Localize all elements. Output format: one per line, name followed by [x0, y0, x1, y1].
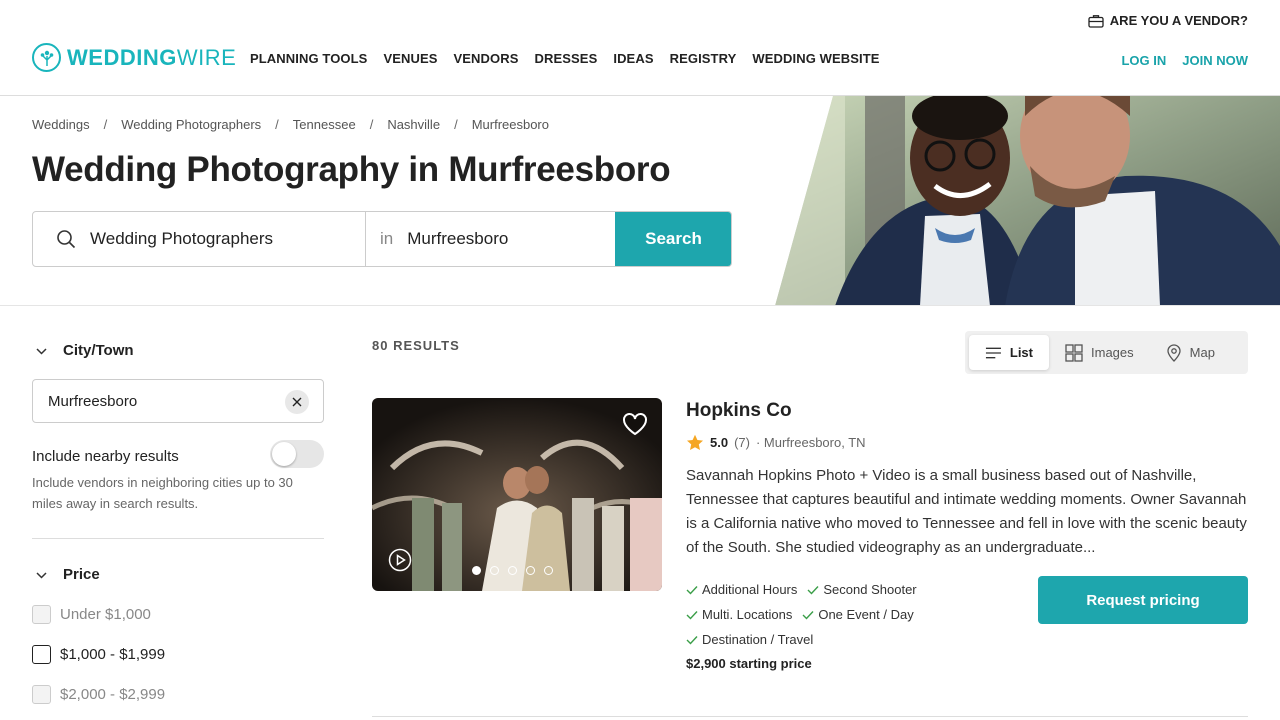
breadcrumb-murfreesboro[interactable]: Murfreesboro [472, 117, 549, 132]
search-button[interactable]: Search [615, 212, 731, 266]
breadcrumb-tennessee[interactable]: Tennessee [293, 117, 356, 132]
price-option-2000-2999[interactable]: $2,000 - $2,999 [32, 685, 165, 704]
bouquet-icon [32, 43, 61, 72]
checkbox[interactable] [32, 685, 51, 704]
hero-couple-photo [775, 96, 1280, 305]
check-icon [807, 585, 819, 595]
briefcase-icon [1088, 14, 1104, 28]
review-count: (7) [734, 435, 750, 450]
vendor-rating: 5.0 (7) · Murfreesboro, TN [686, 434, 866, 451]
city-input[interactable]: Murfreesboro [32, 379, 324, 423]
location-search-input[interactable]: in Murfreesboro [366, 212, 615, 266]
price-option-under-1000[interactable]: Under $1,000 [32, 605, 151, 624]
city-filter-toggle[interactable]: City/Town [32, 342, 134, 359]
login-link[interactable]: LOG IN [1121, 53, 1166, 68]
logo-text: WEDDINGWIRE [67, 44, 237, 70]
list-icon [985, 347, 1001, 358]
nearby-results-help: Include vendors in neighboring cities up… [32, 475, 293, 511]
vendor-name-link[interactable]: Hopkins Co [686, 400, 792, 422]
view-list-label: List [1009, 345, 1033, 360]
view-map-button[interactable]: Map [1150, 335, 1231, 370]
join-link[interactable]: JOIN NOW [1182, 53, 1248, 68]
carousel-dots [472, 566, 553, 575]
nearby-results-label: Include nearby results [32, 448, 179, 465]
checkbox[interactable] [32, 645, 51, 664]
feature-item: Destination / Travel [686, 632, 813, 647]
nav-registry[interactable]: REGISTRY [670, 51, 737, 66]
price-option-label: $1,000 - $1,999 [60, 646, 166, 663]
check-icon [686, 635, 698, 645]
rating-score: 5.0 [710, 435, 729, 450]
view-map-label: Map [1189, 345, 1215, 360]
clear-city-button[interactable] [285, 390, 309, 414]
vendor-features: Additional Hours Second Shooter Multi. L… [686, 577, 917, 652]
checkbox[interactable] [32, 605, 51, 624]
nav-ideas[interactable]: IDEAS [613, 51, 653, 66]
breadcrumb-weddings[interactable]: Weddings [32, 117, 90, 132]
price-filter-heading: Price [63, 566, 100, 583]
breadcrumb-nashville[interactable]: Nashville [387, 117, 440, 132]
check-icon [686, 585, 698, 595]
starting-price: $2,900 starting price [686, 656, 812, 671]
carousel-dot[interactable] [508, 566, 517, 575]
star-icon [687, 434, 703, 450]
vendor-description: Savannah Hopkins Photo + Video is a smal… [686, 467, 1247, 556]
vendor-location: · Murfreesboro, TN [755, 435, 866, 450]
check-icon [686, 610, 698, 620]
auth-links: LOG IN JOIN NOW [1121, 53, 1248, 68]
map-pin-icon [1166, 343, 1181, 362]
check-icon [802, 610, 814, 620]
category-search-input[interactable]: Wedding Photographers [78, 212, 366, 266]
play-video-icon[interactable] [388, 548, 412, 577]
nav-planning-tools[interactable]: PLANNING TOOLS [250, 51, 367, 66]
page-title: Wedding Photography in Murfreesboro [32, 150, 671, 189]
view-images-button[interactable]: Images [1049, 335, 1150, 370]
city-filter-heading: City/Town [63, 342, 134, 359]
nav-dresses[interactable]: DRESSES [535, 51, 598, 66]
chevron-down-icon [36, 347, 47, 355]
feature-item: Additional Hours [686, 582, 797, 597]
close-icon [292, 397, 302, 407]
carousel-dot[interactable] [472, 566, 481, 575]
main-nav: PLANNING TOOLS VENUES VENDORS DRESSES ID… [250, 51, 880, 66]
results-count: 80 RESULTS [372, 338, 460, 353]
feature-item: One Event / Day [802, 607, 914, 622]
nav-wedding-website[interactable]: WEDDING WEBSITE [752, 51, 879, 66]
carousel-dot[interactable] [526, 566, 535, 575]
price-option-1000-1999[interactable]: $1,000 - $1,999 [32, 645, 165, 664]
logo[interactable]: WEDDINGWIRE [32, 43, 236, 72]
vendor-link[interactable]: ARE YOU A VENDOR? [1088, 13, 1248, 28]
view-list-button[interactable]: List [969, 335, 1049, 370]
breadcrumb: Weddings / Wedding Photographers / Tenne… [32, 117, 549, 132]
search-bar: Wedding Photographers in Murfreesboro Se… [32, 211, 732, 267]
chevron-down-icon [36, 571, 47, 579]
feature-item: Multi. Locations [686, 607, 792, 622]
request-pricing-button[interactable]: Request pricing [1038, 576, 1248, 624]
search-icon [33, 212, 78, 266]
price-option-label: Under $1,000 [60, 606, 151, 623]
carousel-dot[interactable] [544, 566, 553, 575]
vendor-link-label: ARE YOU A VENDOR? [1109, 13, 1248, 28]
view-images-label: Images [1091, 345, 1134, 360]
nav-vendors[interactable]: VENDORS [454, 51, 519, 66]
price-option-label: $2,000 - $2,999 [60, 686, 166, 703]
filter-divider [32, 538, 324, 539]
nearby-results-toggle[interactable] [270, 440, 324, 468]
city-input-value: Murfreesboro [48, 392, 138, 410]
breadcrumb-wedding-photographers[interactable]: Wedding Photographers [121, 117, 261, 132]
carousel-dot[interactable] [490, 566, 499, 575]
nav-venues[interactable]: VENUES [383, 51, 437, 66]
location-value: Murfreesboro [407, 229, 509, 248]
in-label: in [380, 229, 394, 248]
feature-item: Second Shooter [807, 582, 917, 597]
view-switcher: List Images Map [965, 331, 1248, 374]
site-header: ARE YOU A VENDOR? WEDDINGWIRE PLANNING T… [0, 0, 1280, 96]
price-filter-toggle[interactable]: Price [32, 566, 100, 583]
favorite-heart-icon[interactable] [622, 412, 648, 441]
listing-photo[interactable] [372, 398, 662, 591]
listing-divider [372, 716, 1248, 717]
hero-section: Weddings / Wedding Photographers / Tenne… [0, 96, 1280, 306]
grid-icon [1065, 343, 1083, 362]
